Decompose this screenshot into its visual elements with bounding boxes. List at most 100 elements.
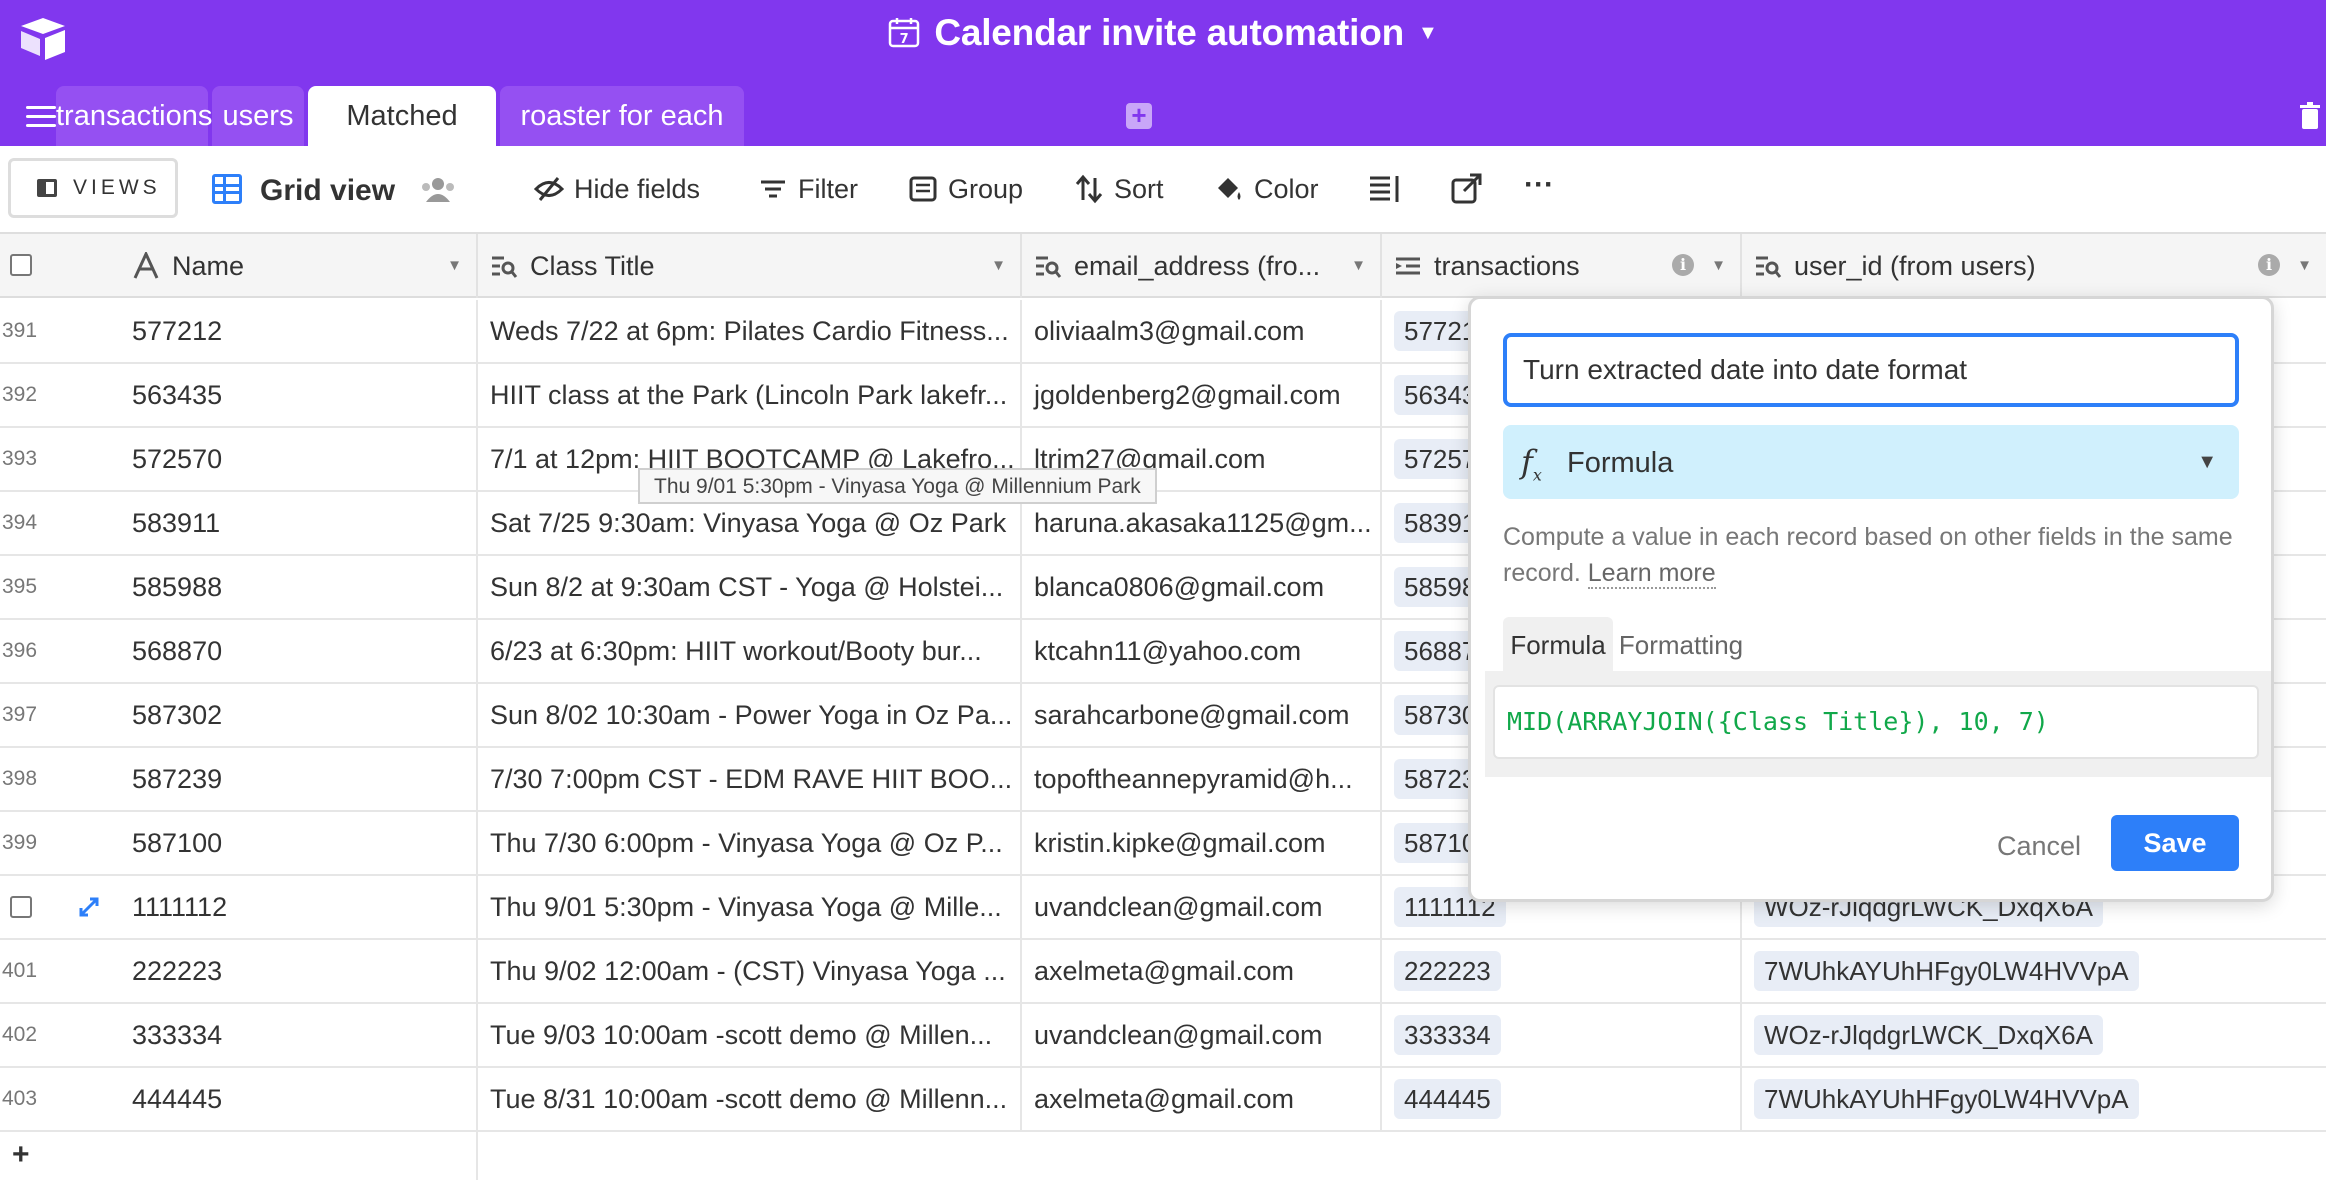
- tab-transactions[interactable]: transactions: [56, 86, 212, 146]
- cell-email[interactable]: jgoldenberg2@gmail.com: [1022, 364, 1382, 426]
- cell-class-title[interactable]: Sun 8/02 10:30am - Power Yoga in Oz Pa..…: [478, 684, 1022, 746]
- cell-name[interactable]: 587302: [120, 684, 478, 746]
- hamburger-menu-icon[interactable]: [26, 106, 56, 128]
- cell-class-title[interactable]: Thu 9/01 5:30pm - Vinyasa Yoga @ Mille..…: [478, 876, 1022, 938]
- cell-email[interactable]: axelmeta@gmail.com: [1022, 1068, 1382, 1130]
- table-row[interactable]: 403 444445 Tue 8/31 10:00am -scott demo @ …: [0, 1068, 2326, 1132]
- sort-button[interactable]: Sort: [1074, 174, 1164, 205]
- collaborators-icon[interactable]: [420, 176, 456, 204]
- trash-icon[interactable]: [2300, 102, 2320, 130]
- cell-class-title[interactable]: HIIT class at the Park (Lincoln Park lak…: [478, 364, 1022, 426]
- column-header-user-id[interactable]: user_id (from users) i ▼: [1742, 234, 2326, 298]
- cell-class-title[interactable]: 7/30 7:00pm CST - EDM RAVE HIIT BOO...: [478, 748, 1022, 810]
- cell-class-title[interactable]: Thu 9/02 12:00am - (CST) Vinyasa Yoga ..…: [478, 940, 1022, 1002]
- column-header-name[interactable]: Name ▼: [120, 234, 478, 298]
- row-height-icon[interactable]: [1368, 172, 1402, 206]
- cell-name[interactable]: 587239: [120, 748, 478, 810]
- cell-email[interactable]: oliviaalm3@gmail.com: [1022, 300, 1382, 362]
- cell-class-title[interactable]: Tue 9/03 10:00am -scott demo @ Millen...: [478, 1004, 1022, 1066]
- linked-record-pill[interactable]: WOz-rJlqdgrLWCK_DxqX6A: [1754, 1015, 2103, 1055]
- view-switcher[interactable]: Grid view: [212, 174, 395, 208]
- cell-email[interactable]: axelmeta@gmail.com: [1022, 940, 1382, 1002]
- tab-roaster-for-each-listing[interactable]: roaster for each listing: [500, 86, 744, 192]
- cell-class-title[interactable]: Thu 7/30 6:00pm - Vinyasa Yoga @ Oz P...: [478, 812, 1022, 874]
- cell-name[interactable]: 577212: [120, 300, 478, 362]
- info-icon[interactable]: i: [2258, 254, 2280, 276]
- field-type-select[interactable]: fx Formula ▼: [1503, 425, 2239, 499]
- tab-users[interactable]: users: [212, 86, 304, 146]
- cell-name[interactable]: 1111112: [120, 876, 478, 938]
- chevron-down-icon[interactable]: ▼: [1711, 234, 1726, 298]
- filter-button[interactable]: Filter: [758, 174, 858, 205]
- column-header-transactions[interactable]: transactions i ▼: [1382, 234, 1742, 298]
- chevron-down-icon[interactable]: ▼: [2297, 234, 2312, 298]
- column-header-email-address[interactable]: email_address (fro... ▼: [1022, 234, 1382, 298]
- cell-name[interactable]: 563435: [120, 364, 478, 426]
- cell-text: 563435: [132, 380, 223, 410]
- learn-more-link[interactable]: Learn more: [1587, 559, 1716, 589]
- linked-record-pill[interactable]: 444445: [1394, 1079, 1501, 1119]
- cell-email[interactable]: topoftheannepyramid@h...: [1022, 748, 1382, 810]
- share-view-icon[interactable]: [1450, 172, 1484, 206]
- cancel-button[interactable]: Cancel: [1979, 819, 2099, 873]
- cell-class-title[interactable]: Sun 8/2 at 9:30am CST - Yoga @ Holstei..…: [478, 556, 1022, 618]
- group-button[interactable]: Group: [908, 174, 1023, 205]
- views-label: VIEWS: [73, 176, 161, 199]
- cell-name[interactable]: 583911: [120, 492, 478, 554]
- cell-email[interactable]: uvandclean@gmail.com: [1022, 1004, 1382, 1066]
- tab-formula[interactable]: Formula: [1503, 617, 1613, 673]
- cell-email[interactable]: kristin.kipke@gmail.com: [1022, 812, 1382, 874]
- formula-editor[interactable]: MID(ARRAYJOIN({Class Title}), 10, 7): [1493, 685, 2259, 759]
- tab-matched-users[interactable]: Matched users▼: [308, 86, 496, 192]
- linked-record-pill[interactable]: 7WUhkAYUhHFgy0LW4HVVpA: [1754, 951, 2139, 991]
- chevron-down-icon[interactable]: ▼: [1351, 234, 1366, 298]
- select-all-checkbox[interactable]: [10, 254, 32, 276]
- cell-name[interactable]: 333334: [120, 1004, 478, 1066]
- cell-text: 572570: [132, 444, 223, 474]
- expand-record-icon[interactable]: [78, 896, 100, 918]
- cell-name[interactable]: 585988: [120, 556, 478, 618]
- cell-name[interactable]: 222223: [120, 940, 478, 1002]
- cell-class-title[interactable]: Weds 7/22 at 6pm: Pilates Cardio Fitness…: [478, 300, 1022, 362]
- cell-email[interactable]: blanca0806@gmail.com: [1022, 556, 1382, 618]
- table-row[interactable]: 401 222223 Thu 9/02 12:00am - (CST) Vinyas…: [0, 940, 2326, 1004]
- cell-name[interactable]: 587100: [120, 812, 478, 874]
- cell-user-id[interactable]: 7WUhkAYUhHFgy0LW4HVVpA: [1742, 1068, 2326, 1130]
- more-options-icon[interactable]: ···: [1524, 168, 1554, 202]
- base-title[interactable]: 7 Calendar invite automation ▼: [0, 12, 2326, 54]
- add-table-icon[interactable]: +: [1126, 102, 1152, 129]
- cell-class-title[interactable]: 6/23 at 6:30pm: HIIT workout/Booty bur..…: [478, 620, 1022, 682]
- linked-record-pill[interactable]: 7WUhkAYUhHFgy0LW4HVVpA: [1754, 1079, 2139, 1119]
- save-button[interactable]: Save: [2111, 815, 2239, 871]
- cell-text: 568870: [132, 636, 223, 666]
- cell-transactions[interactable]: 222223: [1382, 940, 1742, 1002]
- linked-record-pill[interactable]: 222223: [1394, 951, 1501, 991]
- hide-fields-button[interactable]: Hide fields: [533, 174, 700, 205]
- column-label: Class Title: [530, 251, 655, 281]
- chevron-down-icon[interactable]: ▼: [991, 234, 1006, 298]
- row-checkbox[interactable]: [10, 896, 32, 918]
- column-header-class-title[interactable]: Class Title ▼: [478, 234, 1022, 298]
- cell-email[interactable]: sarahcarbone@gmail.com: [1022, 684, 1382, 746]
- table-row[interactable]: 402 333334 Tue 9/03 10:00am -scott demo @ …: [0, 1004, 2326, 1068]
- cell-class-title[interactable]: Tue 8/31 10:00am -scott demo @ Millenn..…: [478, 1068, 1022, 1130]
- info-icon[interactable]: i: [1672, 254, 1694, 276]
- field-name-input[interactable]: [1503, 333, 2239, 407]
- cell-name[interactable]: 572570: [120, 428, 478, 490]
- cell-user-id[interactable]: WOz-rJlqdgrLWCK_DxqX6A: [1742, 1004, 2326, 1066]
- cell-user-id[interactable]: 7WUhkAYUhHFgy0LW4HVVpA: [1742, 940, 2326, 1002]
- chevron-down-icon[interactable]: ▼: [447, 234, 462, 298]
- views-button[interactable]: VIEWS: [8, 158, 178, 218]
- linked-record-pill[interactable]: 333334: [1394, 1015, 1501, 1055]
- formula-icon: fx: [1521, 443, 1542, 485]
- cell-text: ktcahn11@yahoo.com: [1034, 636, 1302, 666]
- cell-name[interactable]: 444445: [120, 1068, 478, 1130]
- cell-name[interactable]: 568870: [120, 620, 478, 682]
- add-record-button[interactable]: +: [12, 1138, 30, 1172]
- tab-formatting[interactable]: Formatting: [1613, 617, 1749, 673]
- cell-transactions[interactable]: 333334: [1382, 1004, 1742, 1066]
- color-button[interactable]: Color: [1214, 174, 1319, 205]
- cell-transactions[interactable]: 444445: [1382, 1068, 1742, 1130]
- cell-email[interactable]: ktcahn11@yahoo.com: [1022, 620, 1382, 682]
- cell-email[interactable]: uvandclean@gmail.com: [1022, 876, 1382, 938]
